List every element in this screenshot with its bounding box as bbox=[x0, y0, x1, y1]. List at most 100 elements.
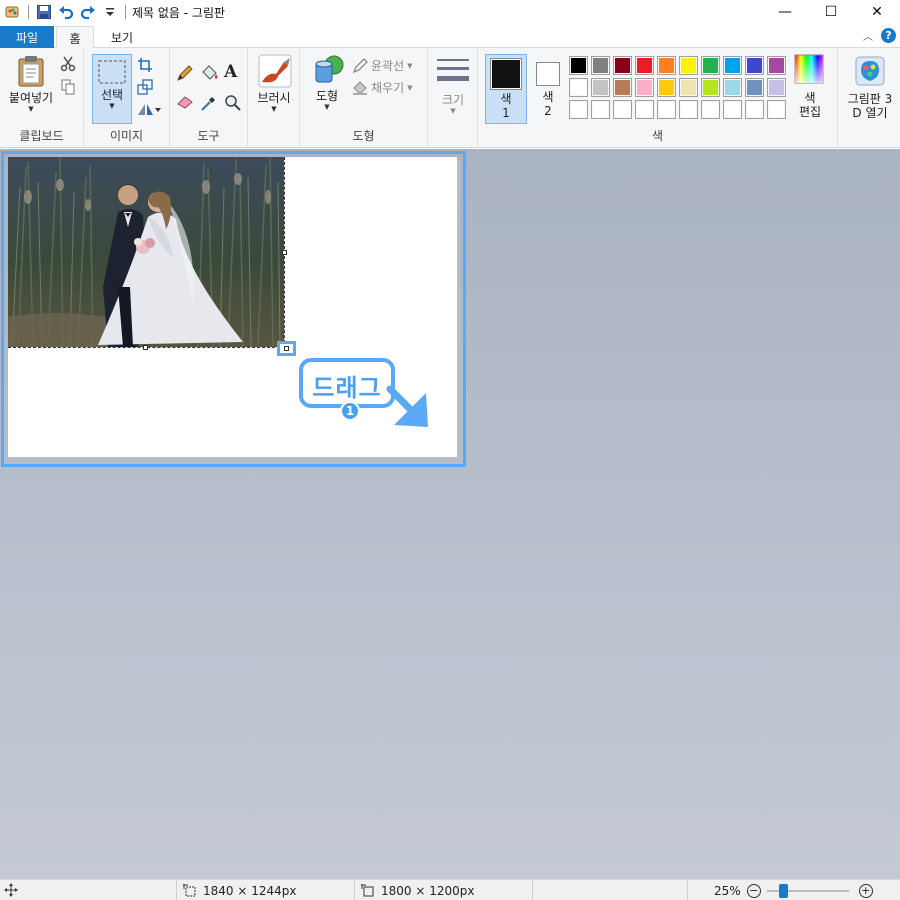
size-button[interactable]: 크기 ▼ bbox=[434, 56, 472, 126]
help-icon[interactable]: ? bbox=[881, 28, 896, 43]
palette-swatch-fill bbox=[571, 80, 586, 95]
open-paint3d-button[interactable]: 그림판 3 D 열기 bbox=[842, 56, 898, 126]
palette-swatch[interactable] bbox=[657, 78, 676, 97]
image-group-label: 이미지 bbox=[109, 129, 144, 143]
palette-swatch[interactable] bbox=[701, 78, 720, 97]
quick-access-toolbar bbox=[0, 0, 132, 24]
color1-swatch bbox=[490, 58, 522, 90]
palette-swatch[interactable] bbox=[723, 100, 742, 119]
shapes-button[interactable]: 도형 ▼ bbox=[306, 54, 348, 124]
clipboard-group-label: 클립보드 bbox=[19, 129, 64, 143]
brushes-button[interactable]: 브러시 ▼ bbox=[252, 54, 296, 124]
eraser-icon[interactable] bbox=[176, 94, 194, 113]
paint-app-icon[interactable] bbox=[4, 3, 22, 21]
palette-swatch[interactable] bbox=[635, 100, 654, 119]
palette-swatch[interactable] bbox=[591, 56, 610, 75]
zoom-slider[interactable] bbox=[766, 883, 849, 898]
palette-swatch-fill bbox=[681, 102, 696, 117]
resize-handle-corner-highlight[interactable] bbox=[277, 341, 296, 356]
palette-swatch[interactable] bbox=[591, 100, 610, 119]
palette-swatch[interactable] bbox=[591, 78, 610, 97]
palette-swatch[interactable] bbox=[723, 78, 742, 97]
selection-size-text: 1840 × 1244px bbox=[203, 883, 297, 898]
palette-swatch[interactable] bbox=[657, 56, 676, 75]
palette-swatch[interactable] bbox=[767, 56, 786, 75]
fill-bucket-icon[interactable] bbox=[200, 64, 220, 85]
save-icon[interactable] bbox=[35, 3, 53, 21]
customize-quick-access-icon[interactable] bbox=[101, 3, 119, 21]
palette-swatch-fill bbox=[637, 80, 652, 95]
zoom-slider-thumb[interactable] bbox=[778, 883, 788, 898]
crop-icon[interactable] bbox=[137, 57, 153, 76]
close-button[interactable]: ✕ bbox=[854, 0, 900, 24]
window-controls: — ☐ ✕ bbox=[762, 0, 900, 24]
palette-swatch[interactable] bbox=[701, 100, 720, 119]
palette-swatch-fill bbox=[747, 102, 762, 117]
resize-handle-corner[interactable] bbox=[284, 346, 289, 351]
palette-swatch-fill bbox=[703, 80, 718, 95]
fill-label: 채우기 bbox=[371, 81, 405, 95]
palette-swatch[interactable] bbox=[767, 100, 786, 119]
pencil-icon[interactable] bbox=[176, 64, 194, 85]
resize-handle-right[interactable] bbox=[282, 250, 287, 255]
palette-swatch[interactable] bbox=[569, 56, 588, 75]
edit-colors-label-b: 편집 bbox=[798, 105, 822, 119]
canvas-highlight-frame: 드래그 1 bbox=[1, 151, 466, 467]
maximize-button[interactable]: ☐ bbox=[808, 0, 854, 24]
tab-file[interactable]: 파일 bbox=[0, 26, 54, 48]
resize-icon[interactable] bbox=[137, 79, 153, 98]
drawing-canvas[interactable]: 드래그 1 bbox=[8, 157, 457, 457]
canvas-workspace[interactable]: 드래그 1 bbox=[0, 149, 900, 879]
palette-swatch[interactable] bbox=[745, 78, 764, 97]
zoom-out-button[interactable]: − bbox=[746, 883, 761, 898]
palette-swatch-fill bbox=[593, 58, 608, 73]
palette-swatch[interactable] bbox=[679, 100, 698, 119]
color2-button[interactable]: 색 2 bbox=[530, 54, 566, 124]
collapse-ribbon-icon[interactable]: ︿ bbox=[863, 28, 873, 43]
palette-swatch[interactable] bbox=[701, 56, 720, 75]
minimize-button[interactable]: — bbox=[762, 0, 808, 24]
palette-swatch[interactable] bbox=[679, 56, 698, 75]
palette-swatch[interactable] bbox=[679, 78, 698, 97]
tab-home[interactable]: 홈 bbox=[56, 26, 94, 49]
color1-button[interactable]: 색 1 bbox=[485, 54, 527, 124]
canvas-size-section: 1800 × 1200px bbox=[354, 880, 532, 900]
resize-handle-bottom[interactable] bbox=[143, 345, 148, 350]
edit-colors-icon bbox=[794, 54, 830, 87]
undo-icon[interactable] bbox=[57, 3, 75, 21]
palette-swatch[interactable] bbox=[569, 100, 588, 119]
palette-swatch[interactable] bbox=[767, 78, 786, 97]
outline-dropdown[interactable]: 윤곽선 ▼ bbox=[352, 57, 413, 74]
paste-icon bbox=[16, 54, 56, 91]
palette-swatch[interactable] bbox=[569, 78, 588, 97]
step-number-badge: 1 bbox=[340, 401, 360, 421]
colors-group: 색 1 색 2 색 편집 색 bbox=[478, 48, 838, 148]
palette-swatch[interactable] bbox=[613, 100, 632, 119]
selection-rectangle[interactable] bbox=[8, 157, 285, 348]
palette-swatch[interactable] bbox=[635, 56, 654, 75]
palette-swatch[interactable] bbox=[613, 56, 632, 75]
cut-icon[interactable] bbox=[60, 56, 76, 75]
copy-icon[interactable] bbox=[60, 79, 76, 98]
rotate-icon[interactable] bbox=[137, 101, 161, 120]
palette-swatch[interactable] bbox=[745, 100, 764, 119]
edit-colors-button[interactable]: 색 편집 bbox=[790, 54, 830, 124]
fill-dropdown[interactable]: 채우기 ▼ bbox=[352, 79, 413, 96]
palette-swatch[interactable] bbox=[613, 78, 632, 97]
redo-icon[interactable] bbox=[79, 3, 97, 21]
color2-label-a: 색 bbox=[542, 90, 554, 104]
tab-view[interactable]: 보기 bbox=[100, 26, 144, 49]
palette-swatch[interactable] bbox=[723, 56, 742, 75]
magnifier-icon[interactable] bbox=[224, 94, 242, 115]
paste-button[interactable]: 붙여넣기 ▼ bbox=[6, 54, 56, 120]
palette-swatch[interactable] bbox=[657, 100, 676, 119]
window-title: 제목 없음 - 그림판 bbox=[132, 5, 226, 20]
text-tool-icon[interactable]: A bbox=[224, 62, 237, 82]
zoom-in-button[interactable]: + bbox=[858, 883, 873, 898]
outline-icon bbox=[352, 57, 368, 73]
paint3d-icon bbox=[855, 56, 898, 89]
select-button[interactable]: 선택 ▼ bbox=[92, 54, 132, 124]
palette-swatch[interactable] bbox=[745, 56, 764, 75]
palette-swatch[interactable] bbox=[635, 78, 654, 97]
color-picker-icon[interactable] bbox=[200, 94, 218, 115]
